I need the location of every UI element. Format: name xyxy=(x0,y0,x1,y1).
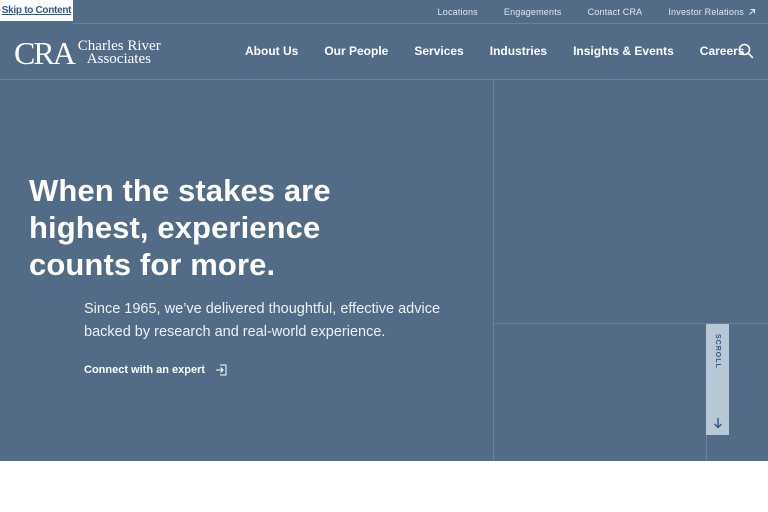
utility-link-investor-relations[interactable]: Investor Relations xyxy=(668,7,756,17)
main-nav: About Us Our People Services Industries … xyxy=(245,41,744,61)
nav-item-services[interactable]: Services xyxy=(414,44,463,58)
nav-item-our-people[interactable]: Our People xyxy=(324,44,388,58)
connect-expert-link[interactable]: Connect with an expert xyxy=(84,364,227,376)
nav-item-industries[interactable]: Industries xyxy=(490,44,547,58)
external-arrow-icon xyxy=(749,8,756,15)
utility-nav: Locations Engagements Contact CRA Invest… xyxy=(438,0,756,23)
scroll-button[interactable]: SCROLL xyxy=(706,324,729,435)
utility-link-locations[interactable]: Locations xyxy=(438,7,478,17)
nav-item-insights-events[interactable]: Insights & Events xyxy=(573,44,674,58)
hero-subtext: Since 1965, we’ve delivered thoughtful, … xyxy=(84,301,441,340)
utility-divider xyxy=(73,23,768,24)
grid-line-vertical xyxy=(493,80,494,461)
arrow-down-icon xyxy=(713,418,722,429)
scroll-label: SCROLL xyxy=(714,334,721,369)
hero-section: Locations Engagements Contact CRA Invest… xyxy=(0,0,768,461)
utility-link-engagements[interactable]: Engagements xyxy=(504,7,562,17)
nav-divider xyxy=(0,79,768,80)
search-icon xyxy=(738,43,754,59)
nav-item-about-us[interactable]: About Us xyxy=(245,44,298,58)
utility-link-contact[interactable]: Contact CRA xyxy=(588,7,643,17)
hero-headline: When the stakes are highest, experience … xyxy=(29,173,331,282)
skip-to-content-link[interactable]: Skip to Content xyxy=(0,0,73,21)
grid-line-vertical-short xyxy=(706,435,707,461)
logo-mark: CRA xyxy=(14,35,76,71)
search-button[interactable] xyxy=(738,43,754,59)
cra-logo[interactable]: CRA Charles River Associates xyxy=(14,37,161,69)
arrow-right-box-icon xyxy=(216,364,227,376)
logo-text: Charles River Associates xyxy=(77,38,161,67)
